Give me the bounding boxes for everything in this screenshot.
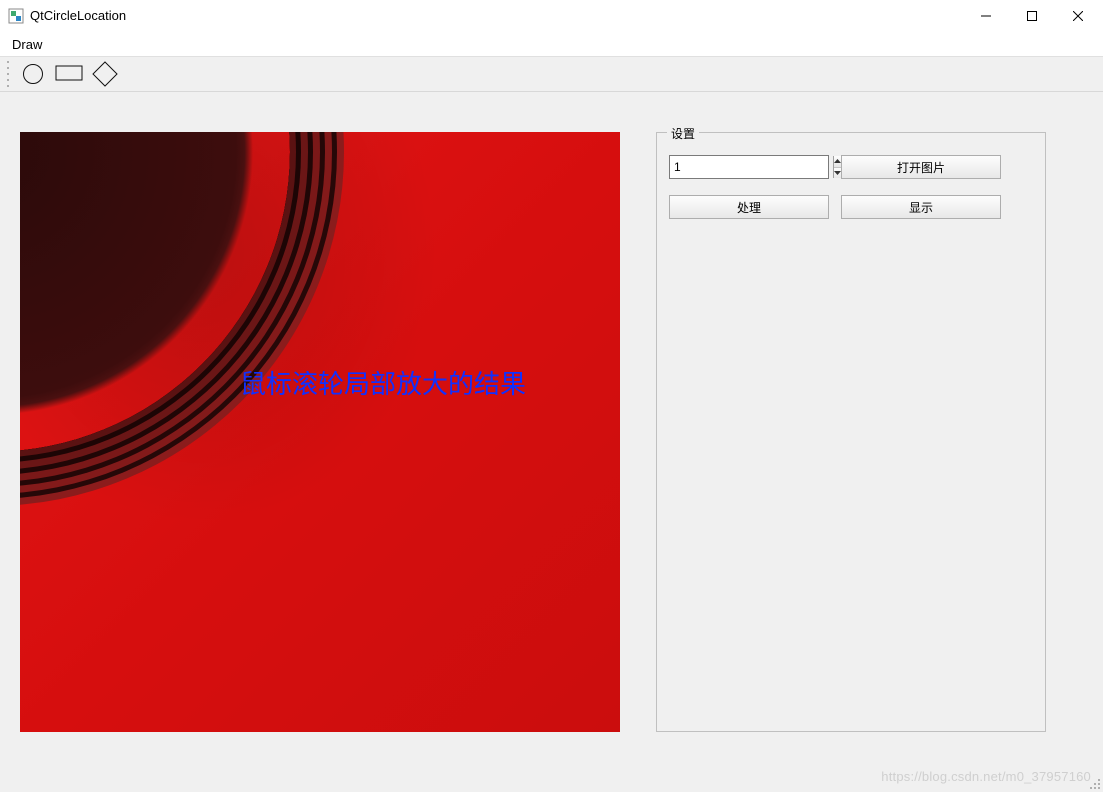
window-controls xyxy=(963,1,1101,31)
overlay-annotation-text: 鼠标滚轮局部放大的结果 xyxy=(240,364,526,401)
spinbox-input[interactable] xyxy=(670,156,833,178)
settings-group-title: 设置 xyxy=(667,125,699,142)
resize-grip[interactable] xyxy=(1088,777,1102,791)
image-viewport[interactable]: 鼠标滚轮局部放大的结果 xyxy=(20,132,620,732)
close-button[interactable] xyxy=(1055,1,1101,31)
window-title: QtCircleLocation xyxy=(30,8,963,23)
tool-rectangle[interactable] xyxy=(52,59,86,89)
minimize-button[interactable] xyxy=(963,1,1009,31)
process-button[interactable]: 处理 xyxy=(669,195,829,219)
settings-row-2: 处理 显示 xyxy=(669,195,1033,219)
content-area: 鼠标滚轮局部放大的结果 设置 打开图片 处理 显示 xyxy=(0,92,1103,792)
tool-diamond[interactable] xyxy=(88,59,122,89)
settings-row-1: 打开图片 xyxy=(669,155,1033,179)
app-icon xyxy=(8,8,24,24)
open-image-button[interactable]: 打开图片 xyxy=(841,155,1001,179)
spin-buttons xyxy=(833,156,841,178)
menubar: Draw xyxy=(0,32,1103,56)
toolbar xyxy=(0,56,1103,92)
toolbar-grip[interactable] xyxy=(6,60,12,88)
display-button[interactable]: 显示 xyxy=(841,195,1001,219)
value-spinbox[interactable] xyxy=(669,155,829,179)
settings-group: 设置 打开图片 处理 显示 xyxy=(656,132,1046,732)
spin-down-button[interactable] xyxy=(834,168,841,179)
titlebar: QtCircleLocation xyxy=(0,0,1103,32)
tool-circle[interactable] xyxy=(16,59,50,89)
maximize-button[interactable] xyxy=(1009,1,1055,31)
lens-ridges xyxy=(20,132,290,452)
watermark-text: https://blog.csdn.net/m0_37957160 xyxy=(881,769,1091,784)
spin-up-button[interactable] xyxy=(834,156,841,168)
menu-draw[interactable]: Draw xyxy=(6,35,48,54)
